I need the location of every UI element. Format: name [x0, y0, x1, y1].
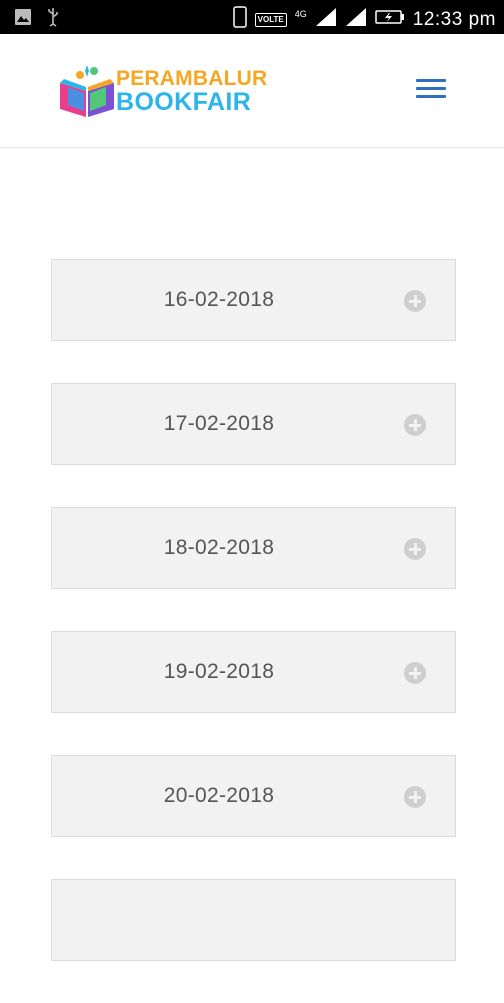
- site-logo[interactable]: PERAMBALUR BOOKFAIR: [58, 63, 267, 119]
- image-icon: [14, 8, 32, 31]
- volte-badge: VOLTE: [254, 12, 287, 27]
- status-bar-right: VOLTE 4G 12:33 pm: [232, 6, 496, 33]
- accordion-item-label: 20-02-2018: [163, 784, 275, 807]
- accordion-item-17-02-2018[interactable]: 17-02-2018: [51, 383, 456, 465]
- menu-bar: [416, 87, 446, 90]
- plus-circle-icon[interactable]: [404, 414, 426, 436]
- menu-bar: [416, 95, 446, 98]
- accordion-item-label: 17-02-2018: [163, 412, 275, 435]
- menu-bar: [416, 79, 446, 82]
- signal-icon: [345, 7, 367, 32]
- status-bar: VOLTE 4G 12:33 pm: [0, 0, 504, 34]
- accordion-item-16-02-2018[interactable]: 16-02-2018: [51, 259, 456, 341]
- plus-circle-icon[interactable]: [404, 538, 426, 560]
- clock: 12:33 pm: [412, 8, 496, 30]
- accordion-item-20-02-2018[interactable]: 20-02-2018: [51, 755, 456, 837]
- plus-circle-icon[interactable]: [404, 786, 426, 808]
- hamburger-menu-icon[interactable]: [416, 76, 448, 102]
- usb-icon: [46, 7, 60, 32]
- book-logo-icon: [60, 65, 114, 117]
- accordion-item-18-02-2018[interactable]: 18-02-2018: [51, 507, 456, 589]
- status-bar-left: [14, 7, 60, 32]
- accordion-item-19-02-2018[interactable]: 19-02-2018: [51, 631, 456, 713]
- accordion-item-partial[interactable]: [51, 879, 456, 961]
- date-accordion: 16-02-2018 17-02-2018 18-02-2018 19-02-2…: [51, 259, 456, 1003]
- battery-charging-icon: [375, 9, 405, 30]
- plus-circle-icon[interactable]: [404, 290, 426, 312]
- accordion-item-label: 18-02-2018: [163, 536, 275, 559]
- network-type-label: 4G: [294, 8, 307, 19]
- signal-icon: [315, 7, 337, 32]
- plus-circle-icon[interactable]: [404, 662, 426, 684]
- accordion-item-label: 19-02-2018: [163, 660, 275, 683]
- site-header: PERAMBALUR BOOKFAIR: [0, 34, 504, 148]
- logo-text-line2: BOOKFAIR: [116, 88, 252, 116]
- phone-icon: [232, 6, 247, 33]
- accordion-item-label: 16-02-2018: [163, 288, 275, 311]
